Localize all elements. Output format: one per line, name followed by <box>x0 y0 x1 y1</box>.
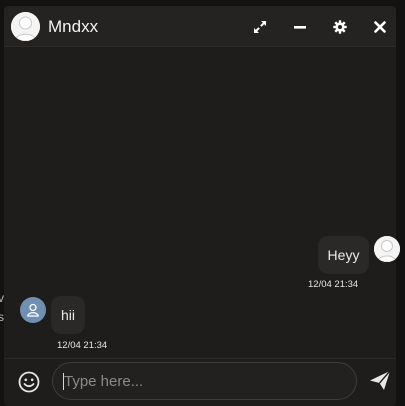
message-input-box[interactable] <box>52 362 357 400</box>
message-timestamp: 12/04 21:34 <box>308 279 359 290</box>
message-timestamp: 12/04 21:34 <box>57 340 108 351</box>
outgoing-message-bubble[interactable]: Heyy <box>318 236 369 274</box>
paper-plane-icon[interactable] <box>369 370 391 392</box>
composer-bar <box>4 358 396 406</box>
message-list[interactable]: Heyy 12/04 21:34 hii 12/04 21:34 <box>4 47 400 357</box>
contact-avatar-icon[interactable] <box>11 12 40 41</box>
contact-name[interactable]: Mndxx <box>48 17 98 37</box>
expand-icon[interactable] <box>249 16 271 38</box>
chat-header: Mndxx <box>4 6 396 47</box>
close-icon[interactable] <box>369 16 391 38</box>
page: ve s Mndxx <box>0 0 405 406</box>
chat-window: Mndxx Heyy 12/04 21:34 hii 12/04 21:34 T… <box>4 6 400 406</box>
smiley-icon[interactable] <box>18 371 40 393</box>
text-caret <box>63 373 64 390</box>
message-input[interactable] <box>64 363 344 399</box>
minimize-icon[interactable] <box>289 16 311 38</box>
own-avatar-icon <box>374 236 400 262</box>
gear-icon[interactable] <box>329 16 351 38</box>
incoming-message-bubble[interactable]: hii <box>51 296 85 334</box>
contact-user-icon <box>20 297 46 323</box>
